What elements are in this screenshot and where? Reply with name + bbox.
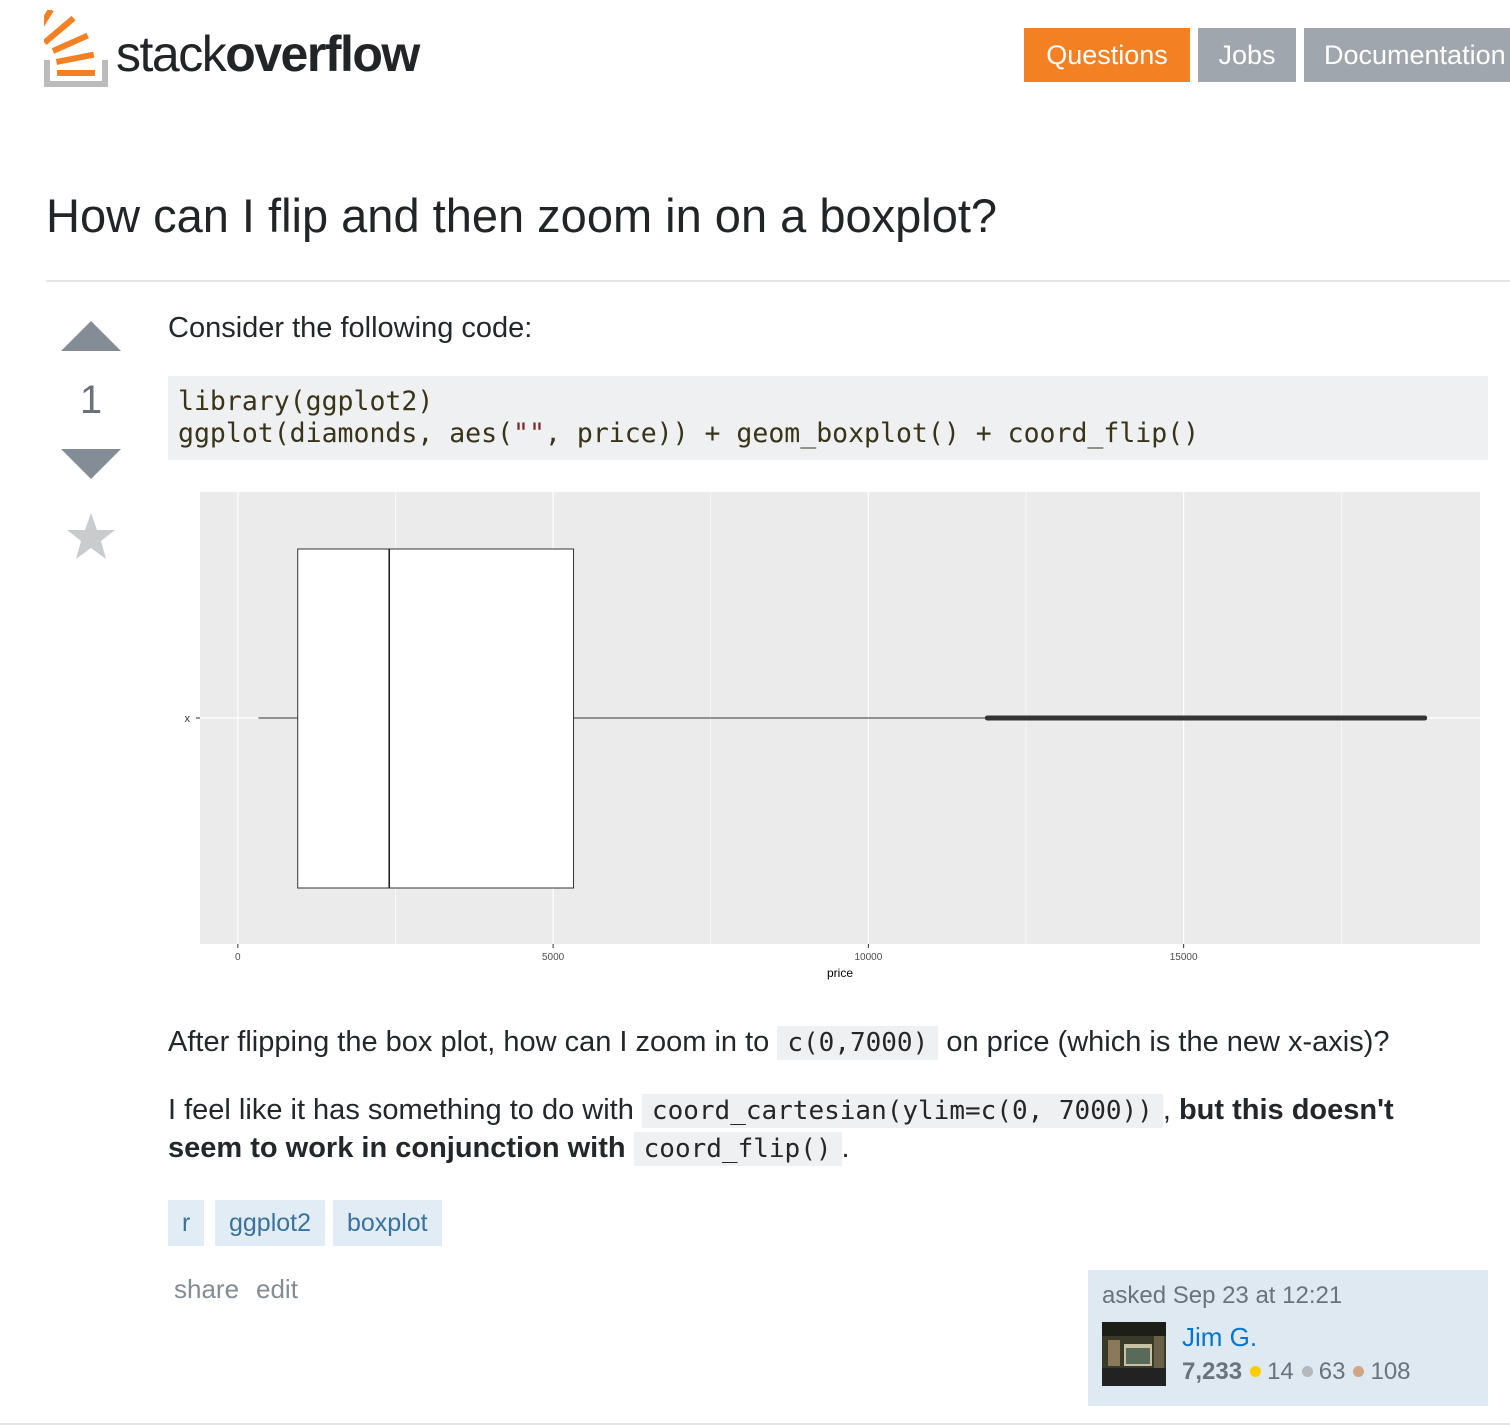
bronze-badge-count: 108 [1370,1358,1411,1385]
gold-badge-icon [1250,1366,1262,1378]
question-title[interactable]: How can I flip and then zoom in on a box… [46,186,997,246]
x-axis-label: price [827,966,853,980]
user-reputation: 7,233 [1182,1358,1243,1385]
edit-link[interactable]: edit [256,1272,298,1306]
nav-documentation[interactable]: Documentation [1304,28,1510,82]
tag-r[interactable]: r [168,1200,205,1246]
gold-badge-count: 14 [1267,1358,1294,1385]
intro-text: Consider the following code: [168,312,533,344]
x-tick-label: 5000 [542,952,565,963]
downvote-button[interactable] [60,446,122,480]
paragraph-2-line-2: seem to work in conjunction with coord_f… [168,1132,850,1166]
bottom-divider [0,1423,1510,1425]
inline-code-coord-flip: coord_flip() [633,1132,842,1166]
stackoverflow-logo[interactable]: stackoverflow [44,10,444,90]
vote-count: 1 [79,378,103,422]
user-name-link[interactable]: Jim G. [1182,1322,1257,1353]
boxplot-image: 0 5000 10000 15000 x price [180,490,1490,990]
boxplot-chart: 0 5000 10000 15000 x price [185,492,1480,980]
tag-boxplot[interactable]: boxplot [333,1200,442,1246]
user-stats: 7,233 14 63 108 [1182,1358,1411,1386]
code-line-1: library(ggplot2) [178,386,434,417]
y-tick-label: x [185,713,191,725]
box-iqr [297,548,575,889]
arrow-up-icon [61,321,121,351]
paragraph-1: After flipping the box plot, how can I z… [168,1026,1390,1060]
share-link[interactable]: share [174,1272,239,1306]
arrow-down-icon [61,449,121,479]
bronze-badge-icon [1353,1366,1365,1378]
star-icon [67,513,115,559]
code-line-2: ggplot(diamonds, aes("", price)) + geom_… [178,418,1200,449]
x-tick-label: 15000 [1170,952,1198,963]
nav-questions[interactable]: Questions [1024,28,1190,82]
avatar-icon [1102,1322,1166,1386]
title-divider [46,280,1510,282]
user-avatar[interactable] [1102,1322,1166,1386]
inline-code-range: c(0,7000) [777,1026,939,1060]
owner-card: asked Sep 23 at 12:21 Jim G. 7,233 14 63 10… [1088,1270,1488,1406]
logo-wordmark: stackoverflow [116,26,420,82]
asked-timestamp: asked Sep 23 at 12:21 [1102,1282,1343,1309]
upvote-button[interactable] [60,318,122,352]
favorite-button[interactable] [60,510,122,564]
silver-badge-count: 63 [1318,1358,1346,1385]
stack-logo-icon [44,10,108,87]
silver-badge-icon [1301,1366,1313,1378]
code-block: library(ggplot2) ggplot(diamonds, aes(""… [168,376,1488,460]
x-tick-label: 10000 [854,952,882,963]
nav-jobs[interactable]: Jobs [1198,28,1296,82]
tag-ggplot2[interactable]: ggplot2 [215,1200,326,1246]
x-tick-label: 0 [235,952,241,963]
